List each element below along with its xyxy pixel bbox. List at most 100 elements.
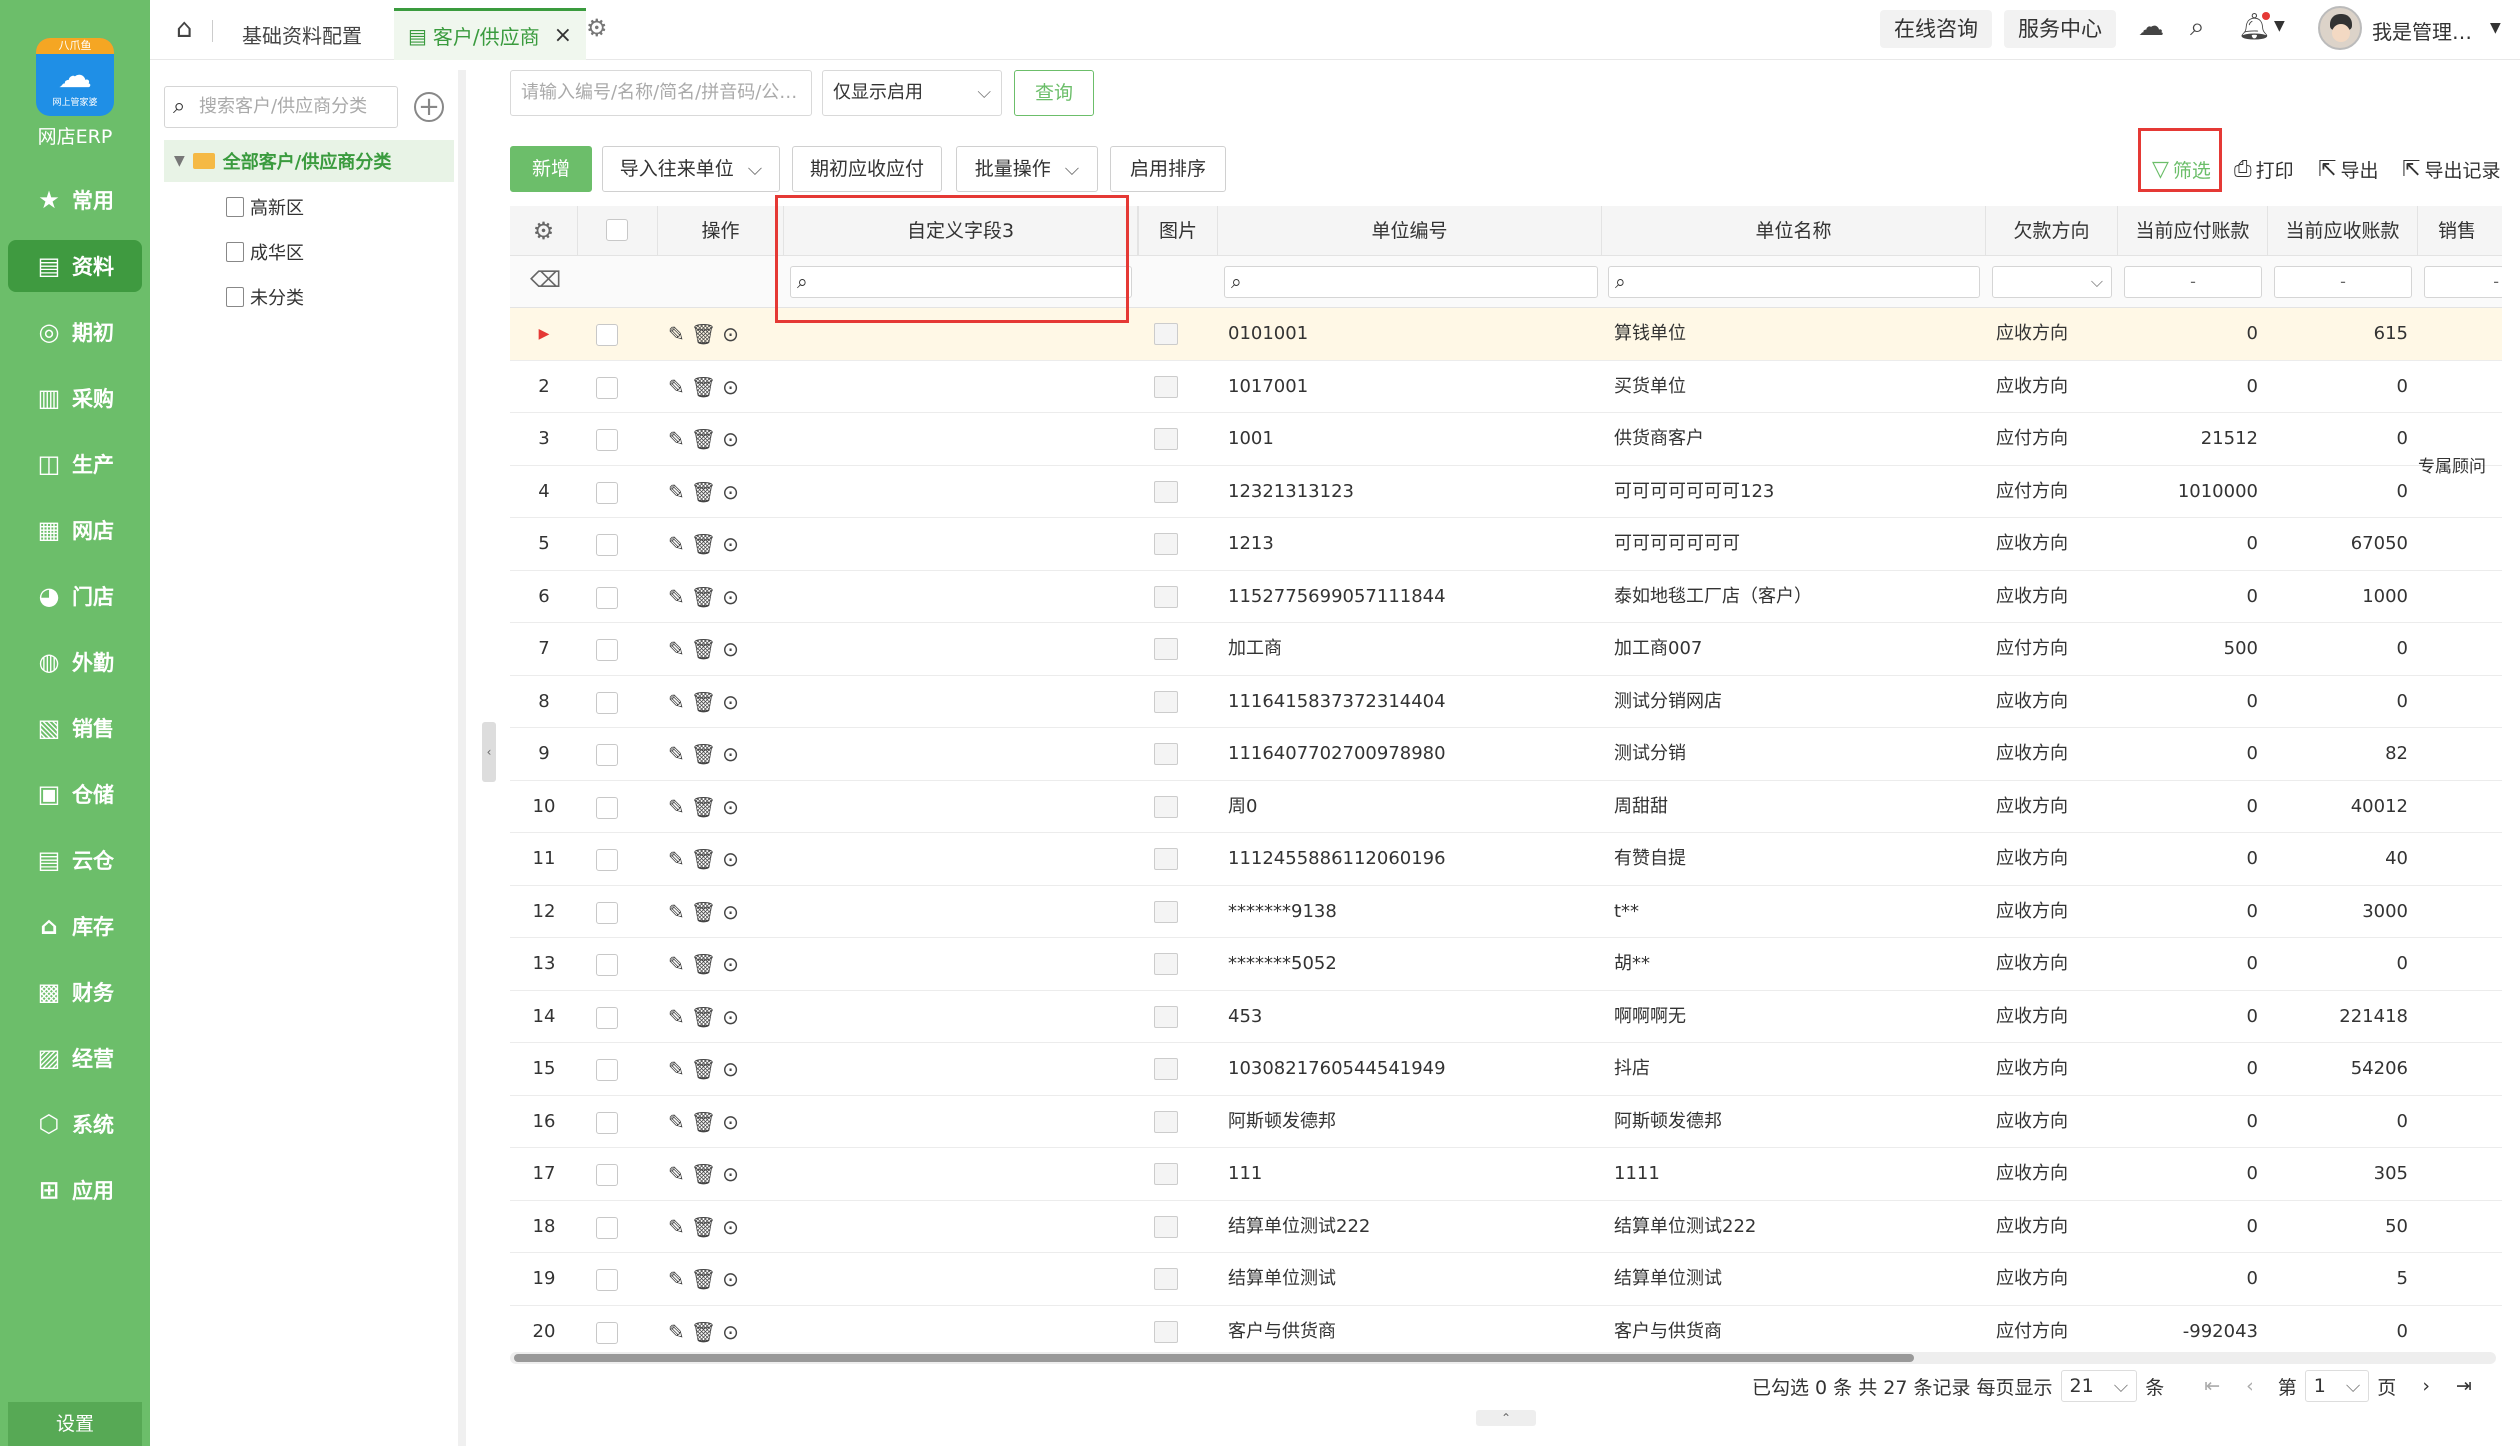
page-select[interactable]: 1 ⌵ [2304, 1370, 2370, 1402]
image-placeholder-icon[interactable] [1154, 480, 1178, 503]
gear-icon[interactable]: ⚙ [586, 14, 608, 42]
direction-filter-select[interactable]: ⌵ [1992, 266, 2112, 298]
more-icon[interactable]: ⊙ [722, 532, 745, 556]
image-placeholder-icon[interactable] [1154, 795, 1178, 818]
sidebar-item-8[interactable]: ◍ 外勤 [8, 636, 142, 688]
edit-icon[interactable]: ✎ [668, 637, 691, 661]
clear-filter-icon[interactable]: ⌫ [530, 268, 561, 293]
table-row[interactable]: 6 ✎🗑︎⊙ 1152775699057111844 泰如地毯工厂店（客户） 应收方向 0… [510, 571, 2502, 623]
image-placeholder-icon[interactable] [1154, 323, 1178, 345]
table-row[interactable]: 8 ✎🗑︎⊙ 1116415837372314404 测试分销网店 应收方向 0 0 [510, 676, 2502, 728]
delete-icon[interactable]: 🗑︎ [691, 1320, 722, 1344]
sidebar-item-4[interactable]: ▥ 采购 [8, 372, 142, 424]
edit-icon[interactable]: ✎ [668, 742, 691, 766]
sidebar-item-15[interactable]: ⬡ 系统 [8, 1098, 142, 1150]
table-row[interactable]: 14 ✎🗑︎⊙ 453 啊啊啊无 应收方向 0 221418 [510, 991, 2502, 1043]
delete-icon[interactable]: 🗑︎ [691, 637, 722, 661]
sidebar-item-12[interactable]: ⌂ 库存 [8, 900, 142, 952]
edit-icon[interactable]: ✎ [668, 1215, 691, 1239]
table-row[interactable]: 5 ✎🗑︎⊙ 1213 可可可可可可可 应收方向 0 67050 [510, 518, 2502, 571]
enable-sort-button[interactable]: 启用排序 [1110, 146, 1226, 192]
next-page-icon[interactable]: › [2422, 1375, 2430, 1397]
tree-search-input[interactable]: ⌕ 搜索客户/供应商分类 [164, 86, 398, 128]
row-checkbox[interactable] [596, 901, 618, 924]
sidebar-item-5[interactable]: ◫ 生产 [8, 438, 142, 490]
horizontal-scrollbar[interactable] [510, 1352, 2496, 1364]
delete-icon[interactable]: 🗑︎ [691, 1215, 722, 1239]
header-select-all[interactable] [578, 206, 658, 256]
image-placeholder-icon[interactable] [1154, 1110, 1178, 1133]
more-icon[interactable]: ⊙ [722, 952, 745, 976]
more-icon[interactable]: ⊙ [722, 742, 745, 766]
edit-icon[interactable]: ✎ [668, 1005, 691, 1029]
row-checkbox[interactable] [596, 1269, 618, 1291]
image-placeholder-icon[interactable] [1154, 900, 1178, 923]
keyword-search-input[interactable]: 请输入编号/名称/简名/拼音码/公… [510, 70, 812, 116]
delete-icon[interactable]: 🗑︎ [691, 900, 722, 924]
sidebar-item-1[interactable]: ★ 常用 [8, 174, 142, 226]
table-row[interactable]: 2 ✎🗑︎⊙ 1017001 买货单位 应收方向 0 0 [510, 361, 2502, 413]
chevron-down-icon[interactable]: ▼ [2274, 18, 2285, 34]
per-page-select[interactable]: 21 ⌵ [2060, 1370, 2138, 1402]
name-filter-input[interactable]: ⌕ [1608, 266, 1980, 298]
table-row[interactable]: 9 ✎🗑︎⊙ 1116407702700978980 测试分销 应收方向 0 82 [510, 728, 2502, 781]
delete-icon[interactable]: 🗑︎ [691, 585, 722, 609]
header-name[interactable]: 单位名称 [1602, 206, 1986, 256]
image-placeholder-icon[interactable] [1154, 848, 1178, 870]
image-placeholder-icon[interactable] [1154, 1215, 1178, 1238]
add-category-button[interactable]: + [414, 92, 444, 122]
sidebar-item-11[interactable]: ▤ 云仓 [8, 834, 142, 886]
header-code[interactable]: 单位编号 [1218, 206, 1602, 256]
edit-icon[interactable]: ✎ [668, 1320, 691, 1344]
row-checkbox[interactable] [596, 586, 618, 609]
table-row[interactable]: 12 ✎🗑︎⊙ *******9138 t** 应收方向 0 3000 [510, 886, 2502, 938]
app-logo[interactable]: 八爪鱼 ☁ 网上管家婆 [36, 38, 114, 116]
image-placeholder-icon[interactable] [1154, 1268, 1178, 1290]
edit-icon[interactable]: ✎ [668, 1267, 691, 1291]
edit-icon[interactable]: ✎ [668, 322, 691, 346]
row-checkbox[interactable] [596, 639, 618, 661]
more-icon[interactable]: ⊙ [722, 585, 745, 609]
delete-icon[interactable]: 🗑︎ [691, 1267, 722, 1291]
more-icon[interactable]: ⊙ [722, 375, 745, 399]
more-icon[interactable]: ⊙ [722, 322, 745, 346]
tree-node-gaoxin[interactable]: 高新区 [226, 194, 304, 220]
image-placeholder-icon[interactable] [1154, 585, 1178, 608]
image-placeholder-icon[interactable] [1154, 1058, 1178, 1080]
row-checkbox[interactable] [596, 534, 618, 556]
row-checkbox[interactable] [596, 1111, 618, 1134]
edit-icon[interactable]: ✎ [668, 690, 691, 714]
more-icon[interactable]: ⊙ [722, 900, 745, 924]
tab-base-config[interactable]: 基础资料配置 [242, 8, 362, 60]
edit-icon[interactable]: ✎ [668, 1057, 691, 1081]
edit-icon[interactable]: ✎ [668, 375, 691, 399]
home-icon[interactable]: ⌂ [176, 14, 193, 44]
row-checkbox[interactable] [596, 376, 618, 399]
last-page-icon[interactable]: ⇥ [2456, 1375, 2472, 1397]
expand-bottom-handle[interactable]: ⌃ [1476, 1410, 1536, 1426]
more-icon[interactable]: ⊙ [722, 480, 745, 504]
image-placeholder-icon[interactable] [1154, 1163, 1178, 1185]
image-placeholder-icon[interactable] [1154, 953, 1178, 975]
delete-icon[interactable]: 🗑︎ [691, 1162, 722, 1186]
sidebar-item-16[interactable]: ⊞ 应用 [8, 1164, 142, 1216]
delete-icon[interactable]: 🗑︎ [691, 847, 722, 871]
consultant-label[interactable]: 专属顾问 [2418, 452, 2486, 477]
sidebar-item-7[interactable]: ◕ 门店 [8, 570, 142, 622]
edit-icon[interactable]: ✎ [668, 847, 691, 871]
more-icon[interactable]: ⊙ [722, 1320, 745, 1344]
cloud-download-icon[interactable]: ☁ [2138, 12, 2164, 42]
table-row[interactable]: 4 ✎🗑︎⊙ 12321313123 可可可可可可可123 应付方向 1010000 0 [510, 466, 2502, 518]
table-row[interactable]: 18 ✎🗑︎⊙ 结算单位测试222 结算单位测试222 应收方向 0 50 [510, 1201, 2502, 1253]
settings-button[interactable]: 设置 [8, 1402, 142, 1446]
more-icon[interactable]: ⊙ [722, 1162, 745, 1186]
more-icon[interactable]: ⊙ [722, 427, 745, 451]
initial-balance-button[interactable]: 期初应收应付 [792, 146, 942, 192]
row-checkbox[interactable] [596, 1006, 618, 1029]
sidebar-item-14[interactable]: ▨ 经营 [8, 1032, 142, 1084]
row-checkbox[interactable] [596, 324, 618, 346]
table-row[interactable]: 7 ✎🗑︎⊙ 加工商 加工商007 应付方向 500 0 [510, 623, 2502, 676]
close-icon[interactable]: × [554, 23, 572, 48]
export-log-button[interactable]: ⇱ 导出记录 [2402, 156, 2500, 183]
sales-filter-input[interactable]: - [2424, 266, 2502, 298]
